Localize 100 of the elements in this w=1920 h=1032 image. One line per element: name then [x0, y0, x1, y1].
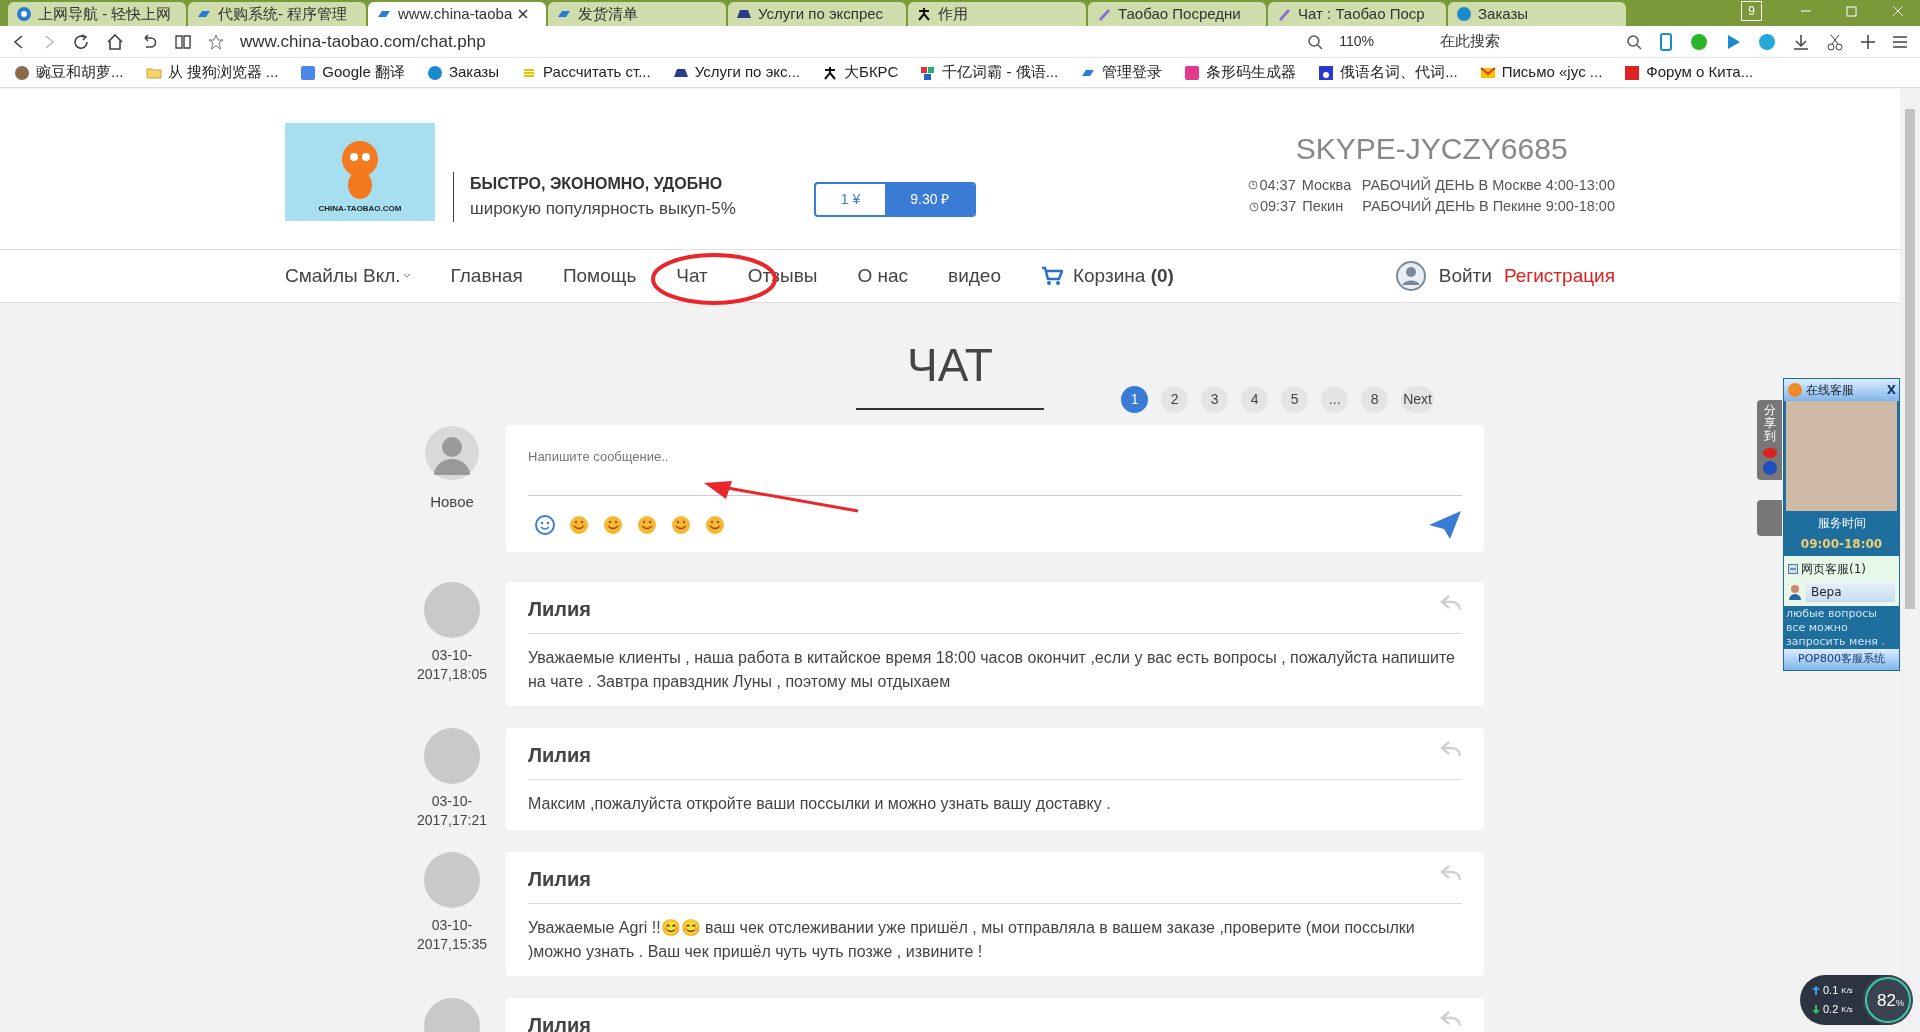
phone-icon[interactable] — [1658, 32, 1674, 51]
clock-time: 09:37 — [1259, 197, 1297, 217]
currency-option[interactable]: 9.30 ₽ — [885, 184, 975, 216]
scissors-icon[interactable] — [1826, 32, 1844, 51]
nav-link[interactable]: Главная — [450, 261, 523, 291]
bookmark-link[interactable]: Заказы — [448, 61, 500, 84]
car-icon — [736, 9, 752, 19]
bookmark-link[interactable]: Форум о Кита... — [1646, 61, 1754, 84]
emoji-icon[interactable] — [704, 513, 726, 536]
browser-tab[interactable]: 代购系统- 程序管理 — [188, 2, 366, 26]
address-field[interactable]: www.china-taobao.com/chat.php — [240, 28, 1292, 55]
down-arrow-icon — [1812, 1005, 1820, 1014]
page-button[interactable]: 4 — [1241, 386, 1269, 413]
widget-footer[interactable]: POP800客服系统 — [1784, 649, 1899, 670]
page-button[interactable]: ... — [1321, 386, 1349, 413]
browser-tab[interactable]: 上网导航 - 轻快上网 — [8, 2, 186, 26]
star-icon[interactable] — [208, 33, 224, 50]
bookmark-link[interactable]: Письмо «jyc ... — [1501, 61, 1603, 84]
blocks-icon — [920, 64, 937, 81]
search-field[interactable]: 在此搜索 — [1440, 30, 1610, 53]
reload-icon[interactable] — [72, 32, 90, 51]
bookmark-link[interactable]: 千亿词霸 - 俄语... — [942, 61, 1059, 84]
bookmark-link[interactable]: 大БКРС — [844, 61, 899, 84]
emoji-icon[interactable] — [568, 513, 590, 536]
smiley-icon[interactable] — [534, 513, 556, 536]
message-text: Уважаемые Agri !!😊😊 ваш чек отслеживании уже пришёл , мы отправляла в вашем заказе ,проверите (мои поссылки )можно узнать . Ваш чек пришёл чуть чуть позже , извините ! — [528, 917, 1416, 962]
author-name: Лилия — [528, 596, 591, 622]
bookmark-link[interactable]: Рассчитать ст... — [543, 61, 651, 84]
bookmark-link[interactable]: Услуги по экс... — [694, 61, 801, 84]
service-hours: 09:00-18:00 — [1799, 536, 1884, 553]
page-button[interactable]: 8 — [1361, 386, 1389, 413]
speed-unit: K/s — [1841, 1004, 1853, 1016]
nav-link[interactable]: Смайлы Вкл. — [285, 261, 401, 291]
browser-tab[interactable]: Чат : Таобао Поср — [1268, 2, 1446, 26]
clock-icon — [1248, 202, 1259, 213]
book-icon[interactable] — [174, 32, 192, 51]
browser-tab[interactable]: Таобао Посредни — [1088, 2, 1266, 26]
emoji-icon[interactable] — [670, 513, 692, 536]
menu-icon[interactable] — [1892, 33, 1908, 50]
page-button[interactable]: 1 — [1121, 386, 1149, 413]
login-link[interactable]: Войти — [1438, 261, 1492, 291]
bookmark-link[interactable]: 从 搜狗浏览器 ... — [167, 61, 279, 84]
browser-tab[interactable]: 发货清单 — [548, 2, 726, 26]
pencil-icon — [1276, 6, 1292, 22]
car-icon — [672, 67, 689, 78]
agent-button[interactable]: Вера — [1806, 582, 1895, 602]
browser-icon — [16, 6, 32, 22]
notice-text: любые вопросы все можно запросить меня . — [1785, 606, 1886, 650]
bookmark-link[interactable]: 俄语名词、代词... — [1340, 61, 1458, 84]
browser-tab[interactable]: www.china-taoba — [368, 2, 546, 26]
logo-panel[interactable]: CHINA-TAOBAO.COM — [285, 122, 435, 221]
author-name: Лилия — [528, 1012, 591, 1032]
page-button[interactable]: Next — [1401, 386, 1434, 413]
working-hours: РАБОЧИЙ ДЕНЬ В Пекине 9:00-18:00 — [1362, 196, 1615, 217]
character-icon — [822, 64, 839, 81]
network-meter[interactable]: 0.1 K/s 0.2 K/s 82% — [1800, 975, 1912, 1025]
working-hours: РАБОЧИЙ ДЕНЬ В Москве 4:00-13:00 — [1361, 175, 1615, 195]
download-icon[interactable] — [1792, 32, 1810, 51]
search-icon[interactable] — [1626, 33, 1642, 50]
bookmark-link[interactable]: Google 翻译 — [322, 61, 405, 84]
nav-link[interactable]: видео — [948, 261, 1001, 291]
nav-link[interactable]: О нас — [857, 261, 909, 291]
share-tab[interactable]: 分享到 — [1757, 400, 1782, 480]
circle-icon[interactable] — [1758, 32, 1776, 51]
group-label[interactable]: 网页客服(1) — [1801, 560, 1866, 578]
zoom-icon — [1307, 33, 1324, 50]
collapse-icon[interactable] — [1788, 564, 1798, 574]
widget-title: 在线客服 — [1806, 382, 1854, 399]
scrollbar-thumb[interactable] — [1905, 109, 1915, 609]
caret-icon — [402, 273, 411, 279]
close-button[interactable]: X — [1886, 381, 1896, 399]
city-name: Москва — [1301, 175, 1353, 195]
page-button[interactable]: 5 — [1281, 386, 1309, 413]
browser-tab[interactable]: Услуги по экспрес — [728, 2, 906, 26]
home-icon[interactable] — [106, 32, 124, 51]
barcode-app-icon — [1184, 64, 1201, 81]
nav-link[interactable]: Помощь — [562, 261, 637, 291]
bookmark-link[interactable]: 条形码生成器 — [1206, 61, 1297, 84]
page-button[interactable]: 2 — [1161, 386, 1189, 413]
zoom-level[interactable]: 110% — [1339, 31, 1374, 52]
emoji-icon[interactable] — [602, 513, 624, 536]
bookmark-link[interactable]: 管理登录 — [1102, 61, 1163, 84]
plus-icon[interactable] — [1860, 33, 1876, 50]
chat-title: ЧАТ — [856, 331, 1044, 410]
message-date: 03-10-2017,18:05 — [416, 645, 488, 684]
nav-link[interactable]: Чат — [676, 261, 708, 291]
message-composer[interactable]: Напишите сообщение.. — [506, 425, 1484, 552]
bookmark-link[interactable]: 豌豆和胡萝... — [36, 61, 124, 84]
emoji-icon[interactable] — [636, 513, 658, 536]
currency-option[interactable]: 1 ¥ — [815, 184, 886, 216]
browser-tab[interactable]: 作用 — [908, 2, 1086, 26]
close-icon[interactable] — [518, 9, 529, 19]
nav-link[interactable]: Корзина (0) — [1072, 261, 1174, 291]
send-icon[interactable] — [1428, 509, 1462, 540]
register-link[interactable]: Регистрация — [1503, 261, 1615, 291]
service-label: 服务时间 — [1816, 515, 1867, 532]
skype-id: SKYPE-JYCZY6685 — [1294, 130, 1569, 167]
message-date: 03-10-2017,17:21 — [416, 791, 488, 830]
page-button[interactable]: 3 — [1201, 386, 1229, 413]
browser-tab[interactable]: Заказы — [1448, 2, 1626, 26]
